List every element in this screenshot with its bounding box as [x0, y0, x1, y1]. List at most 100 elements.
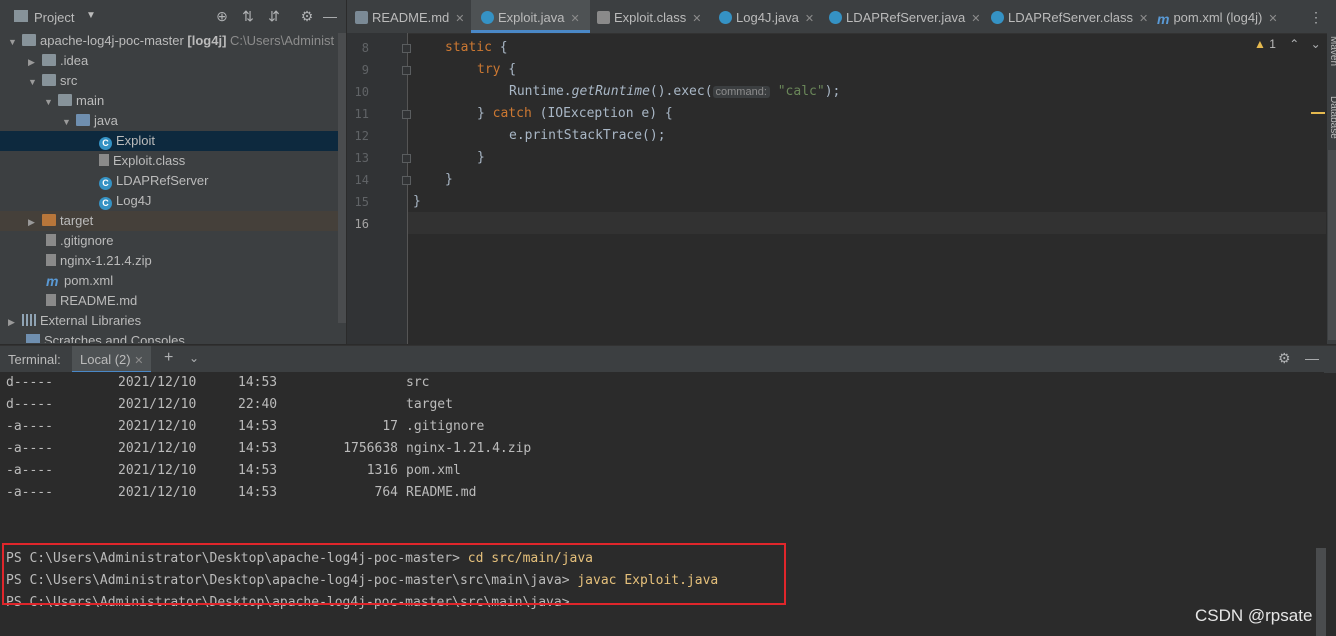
tab-readme[interactable]: README.md ✕ — [355, 0, 465, 33]
chevron-right-icon[interactable]: ▶ — [28, 52, 42, 72]
close-icon[interactable]: ✕ — [971, 13, 980, 25]
chevron-down-icon[interactable]: ▼ — [8, 33, 22, 52]
chevron-down-icon[interactable]: ▼ — [28, 72, 42, 92]
warning-indicator[interactable]: ▲ 1 ⌃ ⌄ — [1254, 37, 1321, 51]
chevron-down-icon[interactable]: ⌄ — [189, 351, 199, 365]
tree-node-gitignore[interactable]: .gitignore — [46, 231, 113, 251]
code-line-14: } — [445, 172, 453, 187]
tree-node-module[interactable]: ▼ apache-log4j-poc-master [log4j] C:\User… — [8, 33, 334, 51]
terminal-tab-local[interactable]: Local (2) ✕ — [72, 346, 152, 373]
tree-node-idea[interactable]: ▶ .idea — [28, 51, 88, 71]
chevron-down-icon[interactable]: ▼ — [44, 92, 58, 112]
line-number: 10 — [354, 85, 369, 99]
tree-node-scratches[interactable]: Scratches and Consoles — [26, 331, 185, 343]
close-icon[interactable]: ✕ — [455, 13, 464, 25]
chevron-right-icon[interactable]: ▶ — [8, 312, 22, 332]
name: README.md — [406, 485, 477, 500]
warning-stripe[interactable] — [1311, 112, 1325, 114]
tree-node-ldaprefserver[interactable]: C LDAPRefServer — [99, 171, 208, 191]
date: 2021/12/10 — [118, 419, 197, 434]
tree-node-pom[interactable]: m pom.xml — [46, 271, 113, 291]
tab-exploit-class[interactable]: Exploit.class ✕ — [597, 0, 701, 33]
line-number: 14 — [354, 173, 369, 187]
tree-node-external-libraries[interactable]: ▶ External Libraries — [8, 311, 141, 331]
tree-node-target[interactable]: ▶ target — [0, 211, 338, 231]
keyword: catch — [492, 106, 532, 121]
tab-label: Exploit.class — [614, 10, 687, 25]
listing-row: -a---- 2021/12/10 14:53 1756638 nginx-1.21.4… — [6, 438, 531, 460]
keyword: try — [477, 62, 501, 77]
code-line-11: } catch (IOException e) { — [477, 103, 673, 125]
project-icon — [14, 10, 28, 22]
tree-node-exploit[interactable]: C Exploit — [0, 131, 346, 151]
maven-icon: m — [46, 273, 59, 289]
tab-ldaprefserver-java[interactable]: LDAPRefServer.java ✕ — [829, 0, 980, 33]
locate-icon[interactable]: ⊕ — [214, 8, 230, 24]
date: 2021/12/10 — [118, 485, 197, 500]
terminal-scrollbar[interactable] — [1316, 548, 1326, 636]
file-icon — [46, 234, 56, 246]
editor-scrollbar[interactable] — [1328, 150, 1336, 340]
time: 14:53 — [238, 463, 278, 478]
expand-all-icon[interactable]: ⇅ — [240, 8, 256, 24]
name: nginx-1.21.4.zip — [406, 441, 532, 456]
line-number: 16 — [354, 217, 369, 231]
line-number: 13 — [354, 151, 369, 165]
chevron-down-icon[interactable]: ▼ — [62, 112, 76, 132]
tab-exploit-java[interactable]: Exploit.java ✕ — [471, 0, 590, 33]
tree-node-readme[interactable]: README.md — [46, 291, 137, 311]
project-view-selector[interactable]: Project — [34, 10, 74, 25]
plus-icon[interactable]: + — [164, 349, 173, 367]
tree-node-log4j[interactable]: C Log4J — [99, 191, 151, 211]
mode: d----- — [6, 397, 53, 412]
tab-pom[interactable]: m pom.xml (log4j) ✕ — [1157, 0, 1278, 33]
gear-icon[interactable]: ⚙ — [1278, 350, 1291, 367]
code-text: Runtime. — [509, 84, 572, 99]
listing-row: -a---- 2021/12/10 14:53 17 .gitignore — [6, 416, 484, 438]
tree-scrollbar[interactable] — [338, 33, 346, 323]
close-icon[interactable]: ✕ — [134, 355, 143, 367]
close-icon[interactable]: ✕ — [1268, 13, 1277, 25]
code-line-12: e.printStackTrace(); — [509, 128, 666, 143]
collapse-all-icon[interactable]: ⇵ — [266, 8, 282, 24]
tree-node-exploit-class[interactable]: Exploit.class — [99, 151, 185, 171]
size: 1316 — [366, 463, 398, 478]
annotation-highlight-box — [2, 543, 786, 605]
code-line-9: try { — [477, 59, 516, 81]
terminal-tab-label: Local (2) — [80, 352, 131, 367]
tree-node-main[interactable]: ▼ main — [44, 91, 104, 111]
hide-icon[interactable]: — — [322, 8, 338, 24]
code-line-15: } — [413, 194, 421, 209]
code-editor[interactable]: static { try { Runtime.getRuntime().exec… — [408, 33, 1326, 344]
tree-node-src[interactable]: ▼ src — [28, 71, 77, 91]
time: 14:53 — [238, 375, 278, 390]
chevron-down-icon[interactable]: ▼ — [86, 10, 96, 21]
close-icon[interactable]: ✕ — [1139, 13, 1148, 25]
database-tool-button[interactable]: Database — [1328, 96, 1336, 139]
tab-ldaprefserver-class[interactable]: LDAPRefServer.class ✕ — [991, 0, 1148, 33]
close-icon[interactable]: ✕ — [692, 13, 701, 25]
tree-node-label: Exploit — [116, 133, 156, 148]
more-icon[interactable]: ⋮ — [1309, 9, 1323, 26]
gear-icon[interactable]: ⚙ — [299, 8, 315, 24]
time: 14:53 — [238, 441, 278, 456]
tree-node-java[interactable]: ▼ java — [62, 111, 118, 131]
chevron-right-icon[interactable]: ▶ — [28, 212, 42, 232]
close-icon[interactable]: ✕ — [570, 13, 579, 25]
tab-log4j[interactable]: Log4J.java ✕ — [719, 0, 814, 33]
mode: -a---- — [6, 463, 53, 478]
mode: -a---- — [6, 485, 53, 500]
close-icon[interactable]: ✕ — [805, 13, 814, 25]
line-number: 12 — [354, 129, 369, 143]
class-file-icon — [597, 11, 610, 24]
tree-node-label: pom.xml — [64, 273, 114, 288]
class-icon — [719, 11, 732, 24]
maven-tool-button[interactable]: Maven — [1328, 36, 1336, 66]
hide-icon[interactable]: — — [1305, 350, 1319, 366]
tree-node-label: README.md — [60, 293, 138, 308]
chevron-up-icon[interactable]: ⌃ — [1289, 37, 1299, 51]
chevron-down-icon[interactable]: ⌄ — [1311, 37, 1321, 51]
tree-node-label: apache-log4j-poc-master — [40, 33, 184, 48]
listing-row: -a---- 2021/12/10 14:53 764 README.md — [6, 482, 476, 504]
tree-node-nginx-zip[interactable]: nginx-1.21.4.zip — [46, 251, 152, 271]
